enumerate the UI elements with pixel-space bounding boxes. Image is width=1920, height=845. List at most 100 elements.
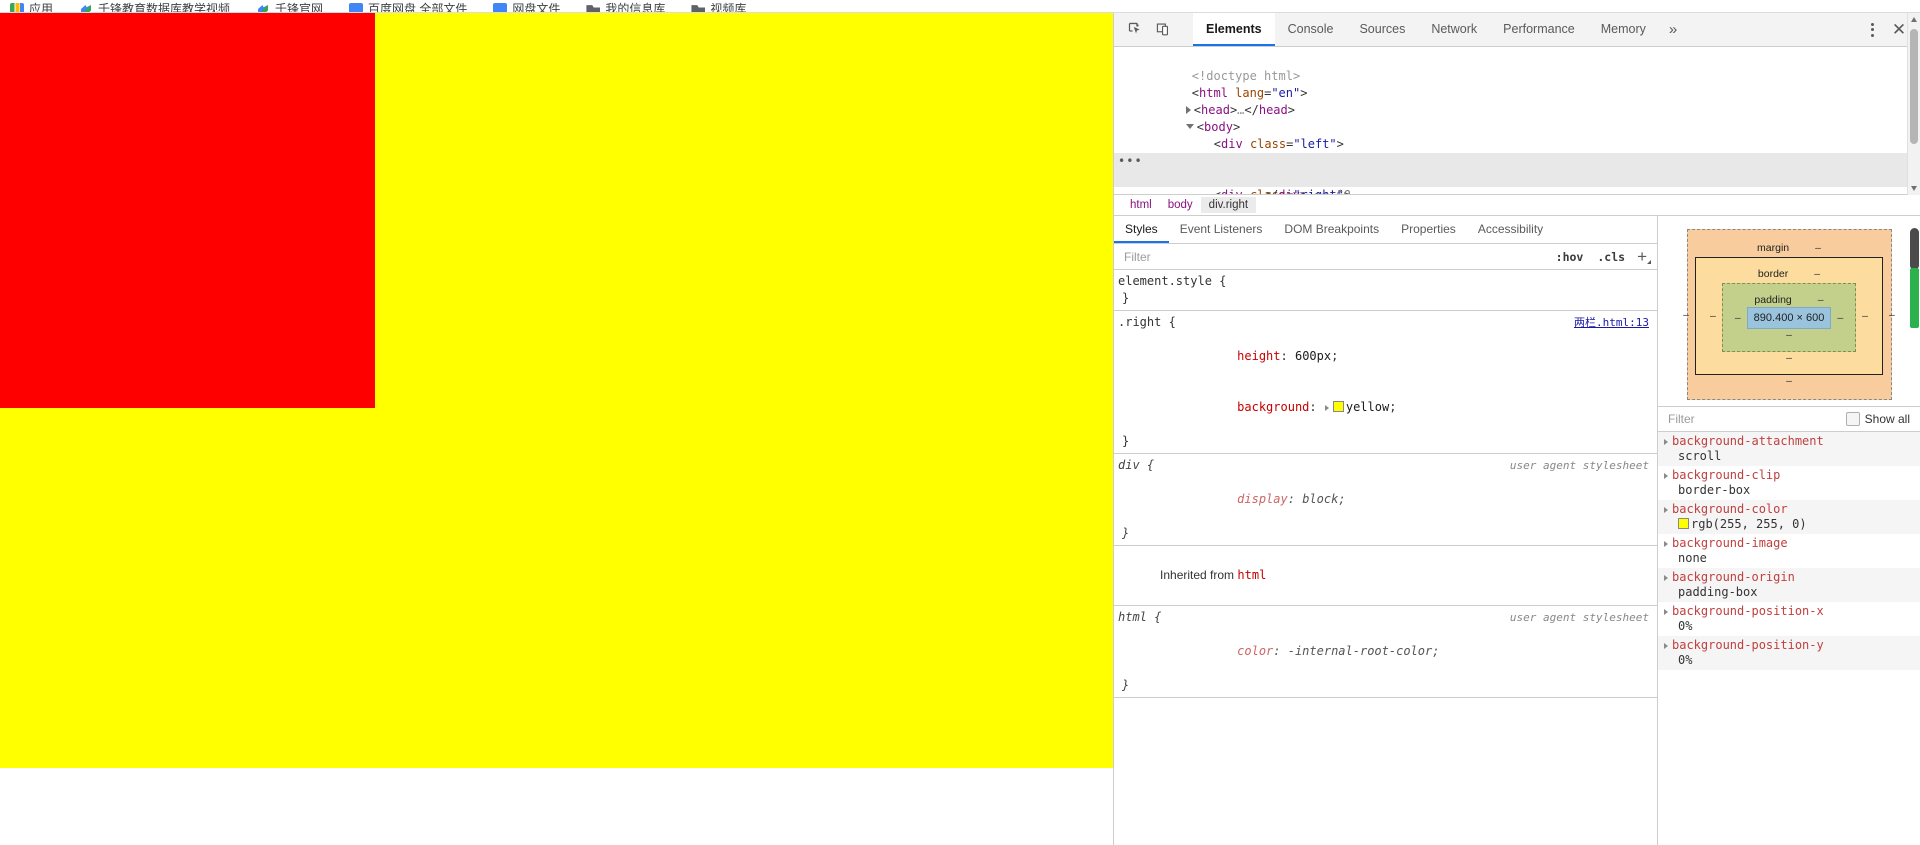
- box-model-margin-label: margin: [1757, 242, 1790, 254]
- dom-row[interactable]: <head>…</head>: [1114, 85, 1920, 117]
- dom-row[interactable]: <body>: [1114, 102, 1920, 134]
- box-model-padding[interactable]: padding – – 890.400 × 600 – –: [1721, 282, 1857, 352]
- scroll-down-arrow-icon[interactable]: [1911, 186, 1917, 191]
- tab-elements[interactable]: Elements: [1193, 13, 1275, 46]
- show-all-toggle[interactable]: Show all: [1845, 412, 1910, 426]
- inspect-cursor-icon[interactable]: [1122, 17, 1148, 43]
- css-source-link[interactable]: 两栏.html:13: [1574, 314, 1649, 331]
- computed-property[interactable]: background-position-y 0%: [1658, 636, 1920, 670]
- device-toolbar-icon[interactable]: [1150, 17, 1176, 43]
- dom-row-selected[interactable]: ••• <div class="right">: [1114, 153, 1920, 194]
- computed-property[interactable]: background-color rgb(255, 255, 0): [1658, 500, 1920, 534]
- computed-filter-input[interactable]: [1668, 412, 1846, 426]
- css-selector[interactable]: html {: [1118, 609, 1161, 626]
- bookmark-item[interactable]: 千锋教育数据库教学视频: [79, 2, 230, 12]
- box-model-margin-bottom[interactable]: –: [1786, 375, 1792, 387]
- box-model-margin-right[interactable]: –: [1889, 309, 1895, 321]
- tab-properties[interactable]: Properties: [1390, 216, 1467, 243]
- computed-property[interactable]: background-image none: [1658, 534, 1920, 568]
- dom-row[interactable]: <html lang="en">: [1114, 68, 1920, 100]
- breadcrumb-item-div-right[interactable]: div.right: [1200, 197, 1257, 213]
- show-all-checkbox[interactable]: [1845, 412, 1860, 426]
- css-rule-element-style[interactable]: element.style { }: [1114, 270, 1657, 311]
- expand-chevron-icon[interactable]: [1664, 642, 1668, 649]
- css-selector[interactable]: .right {: [1118, 314, 1176, 331]
- tab-network[interactable]: Network: [1418, 13, 1490, 46]
- css-declaration[interactable]: height: 600px;: [1118, 331, 1657, 382]
- tab-console[interactable]: Console: [1275, 13, 1347, 46]
- tab-styles[interactable]: Styles: [1114, 216, 1169, 243]
- expand-chevron-icon[interactable]: [1664, 472, 1668, 479]
- css-selector[interactable]: element.style {: [1118, 273, 1226, 290]
- tab-performance[interactable]: Performance: [1490, 13, 1588, 46]
- css-property-name[interactable]: height: [1237, 349, 1280, 363]
- breadcrumb-item-html[interactable]: html: [1122, 197, 1160, 213]
- css-rule-div-ua[interactable]: div { user agent stylesheet display: blo…: [1114, 454, 1657, 546]
- tab-memory[interactable]: Memory: [1588, 13, 1659, 46]
- box-model-content-size[interactable]: 890.400 × 600: [1746, 306, 1832, 329]
- dom-row[interactable]: </div>: [1114, 136, 1920, 168]
- bookmark-item[interactable]: 视频库: [691, 2, 746, 12]
- box-model-margin-left[interactable]: –: [1683, 309, 1689, 321]
- expand-shorthand-icon[interactable]: [1324, 404, 1329, 411]
- expand-chevron-icon[interactable]: [1664, 540, 1668, 547]
- box-model-diagram: margin – – border – – padding – – 890.40…: [1658, 216, 1920, 406]
- box-model-padding-top[interactable]: –: [1818, 295, 1824, 306]
- computed-property[interactable]: background-position-x 0%: [1658, 602, 1920, 636]
- expand-chevron-icon[interactable]: [1664, 574, 1668, 581]
- computed-property[interactable]: background-origin padding-box: [1658, 568, 1920, 602]
- bookmark-item[interactable]: 应用: [10, 2, 53, 12]
- color-swatch[interactable]: [1332, 401, 1344, 412]
- bookmark-item[interactable]: 百度网盘 全部文件: [349, 2, 467, 12]
- screenshot-root: 应用 千锋教育数据库教学视频 千锋官网 百度网盘 全部文件 网盘文件 我的信息库…: [0, 0, 1920, 845]
- dom-row-selected[interactable]: </div> == $0: [1114, 170, 1920, 194]
- css-declaration[interactable]: background: yellow;: [1118, 382, 1657, 433]
- css-rule-html-ua[interactable]: html { user agent stylesheet color: -int…: [1114, 606, 1657, 698]
- breadcrumb-item-body[interactable]: body: [1160, 197, 1201, 213]
- tab-dom-breakpoints[interactable]: DOM Breakpoints: [1273, 216, 1390, 243]
- tab-sources[interactable]: Sources: [1346, 13, 1418, 46]
- expand-chevron-icon[interactable]: [1664, 438, 1668, 445]
- box-model-border-left[interactable]: –: [1710, 310, 1716, 322]
- box-model-margin[interactable]: margin – – border – – padding – – 890.40…: [1683, 228, 1895, 400]
- bookmark-item[interactable]: 我的信息库: [586, 2, 665, 12]
- computed-property[interactable]: background-attachment scroll: [1658, 432, 1920, 466]
- tab-event-listeners[interactable]: Event Listeners: [1169, 216, 1274, 243]
- scroll-up-arrow-icon[interactable]: [1911, 17, 1917, 22]
- box-model-border-top[interactable]: –: [1814, 269, 1820, 280]
- box-model-padding-right[interactable]: –: [1837, 312, 1843, 324]
- hover-state-button[interactable]: :hov: [1551, 249, 1589, 265]
- css-selector[interactable]: div {: [1118, 457, 1154, 474]
- css-declaration: color: -internal-root-color;: [1237, 644, 1440, 658]
- css-rule-right[interactable]: .right { 两栏.html:13 height: 600px; backg…: [1114, 311, 1657, 454]
- css-property-value[interactable]: yellow: [1346, 400, 1389, 414]
- expand-chevron-icon[interactable]: [1664, 608, 1668, 615]
- tab-accessibility[interactable]: Accessibility: [1467, 216, 1554, 243]
- bookmark-item[interactable]: 网盘文件: [493, 2, 560, 12]
- box-model-padding-left[interactable]: –: [1735, 312, 1741, 324]
- box-model-border[interactable]: border – – padding – – 890.400 × 600 – –…: [1694, 256, 1884, 375]
- scrollbar-thumb[interactable]: [1910, 29, 1918, 144]
- color-swatch[interactable]: [1678, 518, 1689, 529]
- devtools-outer-scrollbar[interactable]: [1907, 13, 1920, 195]
- box-model-margin-top[interactable]: –: [1815, 243, 1821, 254]
- bookmark-item[interactable]: 千锋官网: [256, 2, 323, 12]
- box-model-border-right[interactable]: –: [1862, 310, 1868, 322]
- dom-row[interactable]: <div class="left">: [1114, 119, 1920, 151]
- wave-logo-icon: [79, 3, 94, 12]
- kebab-menu-icon[interactable]: [1860, 18, 1884, 42]
- dom-ellipsis-badge[interactable]: •••: [1118, 155, 1143, 167]
- box-model-border-bottom[interactable]: –: [1786, 352, 1792, 364]
- css-property-name[interactable]: background: [1237, 400, 1309, 414]
- css-property-value[interactable]: 600px: [1295, 349, 1331, 363]
- new-style-rule-button[interactable]: +: [1630, 248, 1651, 265]
- computed-scrollbar-thumb[interactable]: [1910, 228, 1919, 270]
- element-classes-button[interactable]: .cls: [1592, 249, 1630, 265]
- page-viewport: [0, 13, 1113, 833]
- dom-row[interactable]: <!doctype html>: [1114, 51, 1920, 83]
- computed-property[interactable]: background-clip border-box: [1658, 466, 1920, 500]
- styles-filter-input[interactable]: [1124, 249, 1547, 264]
- more-tabs-chevron-icon[interactable]: »: [1659, 13, 1687, 46]
- box-model-padding-bottom[interactable]: –: [1786, 329, 1792, 341]
- expand-chevron-icon[interactable]: [1664, 506, 1668, 513]
